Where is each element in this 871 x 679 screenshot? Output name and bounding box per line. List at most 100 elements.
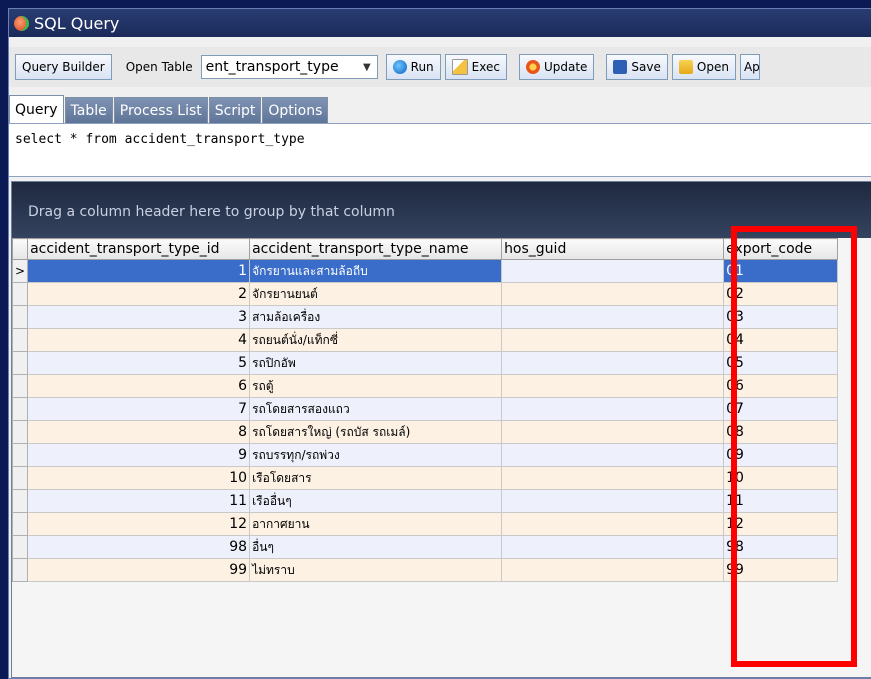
cell-id[interactable]: 8 <box>27 420 251 444</box>
cell-export-code[interactable]: 02 <box>723 282 839 306</box>
open-table-label: Open Table <box>125 60 193 74</box>
cell-hos-guid[interactable] <box>501 374 725 398</box>
cell-export-code[interactable]: 03 <box>723 305 839 329</box>
header-row: accident_transport_type_id accident_tran… <box>11 238 839 260</box>
table-row[interactable]: 10 เรือโดยสาร 10 <box>11 466 839 490</box>
cell-name[interactable]: อื่นๆ <box>249 535 503 559</box>
cell-id[interactable]: 99 <box>27 558 251 582</box>
group-by-panel[interactable]: Drag a column header here to group by th… <box>12 182 871 238</box>
table-row[interactable]: 8 รถโดยสารใหญ่ (รถบัส รถเมล์) 08 <box>11 420 839 444</box>
cell-hos-guid[interactable] <box>501 305 725 329</box>
tab-process-list[interactable]: Process List <box>113 97 208 123</box>
run-label: Run <box>410 60 434 74</box>
cell-id[interactable]: 10 <box>27 466 251 490</box>
table-row[interactable]: 98 อื่นๆ 98 <box>11 535 839 559</box>
cell-name[interactable]: รถยนต์นั่ง/แท็กซี่ <box>249 328 503 352</box>
cell-name[interactable]: จักรยานและสามล้อถีบ <box>249 259 503 283</box>
query-builder-button[interactable]: Query Builder <box>15 54 112 80</box>
cell-hos-guid[interactable] <box>501 420 725 444</box>
cell-id[interactable]: 12 <box>27 512 251 536</box>
table-row[interactable]: 6 รถตู้ 06 <box>11 374 839 398</box>
cell-hos-guid[interactable] <box>501 443 725 467</box>
cell-name[interactable]: สามล้อเครื่อง <box>249 305 503 329</box>
table-row[interactable]: 4 รถยนต์นั่ง/แท็กซี่ 04 <box>11 328 839 352</box>
table-select[interactable]: ent_transport_type ▼ <box>200 55 378 79</box>
row-indicator <box>11 420 29 444</box>
update-button[interactable]: Update <box>518 54 595 80</box>
ap-button[interactable]: Ap <box>739 54 760 80</box>
cell-hos-guid[interactable] <box>501 558 725 582</box>
cell-id[interactable]: 4 <box>27 328 251 352</box>
cell-hos-guid[interactable] <box>501 489 725 513</box>
cell-hos-guid[interactable] <box>501 535 725 559</box>
row-indicator <box>11 351 29 375</box>
row-indicator <box>11 489 29 513</box>
cell-name[interactable]: รถโดยสารสองแถว <box>249 397 503 421</box>
column-header-hos-guid[interactable]: hos_guid <box>501 238 725 260</box>
table-row[interactable]: 7 รถโดยสารสองแถว 07 <box>11 397 839 421</box>
cell-export-code[interactable]: 05 <box>723 351 839 375</box>
cell-export-code[interactable]: 04 <box>723 328 839 352</box>
tab-script[interactable]: Script <box>208 97 262 123</box>
cell-export-code[interactable]: 98 <box>723 535 839 559</box>
cell-id[interactable]: 98 <box>27 535 251 559</box>
cell-hos-guid[interactable] <box>501 282 725 306</box>
cell-hos-guid[interactable] <box>501 397 725 421</box>
cell-export-code[interactable]: 09 <box>723 443 839 467</box>
cell-name[interactable]: เรืออื่นๆ <box>249 489 503 513</box>
cell-id[interactable]: 3 <box>27 305 251 329</box>
table-row[interactable]: 3 สามล้อเครื่อง 03 <box>11 305 839 329</box>
cell-id[interactable]: 6 <box>27 374 251 398</box>
cell-name[interactable]: รถบรรทุก/รถพ่วง <box>249 443 503 467</box>
cell-name[interactable]: รถตู้ <box>249 374 503 398</box>
cell-id[interactable]: 5 <box>27 351 251 375</box>
row-indicator <box>11 374 29 398</box>
tab-query[interactable]: Query <box>9 95 64 123</box>
cell-id[interactable]: 1 <box>27 259 251 283</box>
cell-hos-guid[interactable] <box>501 512 725 536</box>
cell-export-code[interactable]: 10 <box>723 466 839 490</box>
table-row[interactable]: 9 รถบรรทุก/รถพ่วง 09 <box>11 443 839 467</box>
tab-table[interactable]: Table <box>64 97 113 123</box>
cell-export-code[interactable]: 01 <box>723 259 839 283</box>
column-header-export-code[interactable]: export_code <box>723 238 839 260</box>
row-indicator <box>11 466 29 490</box>
cell-export-code[interactable]: 07 <box>723 397 839 421</box>
cell-export-code[interactable]: 08 <box>723 420 839 444</box>
cell-hos-guid[interactable] <box>501 259 725 283</box>
cell-name[interactable]: อากาศยาน <box>249 512 503 536</box>
sql-editor[interactable]: select * from accident_transport_type <box>9 123 871 177</box>
cell-id[interactable]: 7 <box>27 397 251 421</box>
update-icon <box>525 60 540 74</box>
cell-hos-guid[interactable] <box>501 466 725 490</box>
table-row[interactable]: 99 ไม่ทราบ 99 <box>11 558 839 582</box>
open-button[interactable]: Open <box>671 54 736 80</box>
exec-button[interactable]: Exec <box>444 54 507 80</box>
table-row[interactable]: 12 อากาศยาน 12 <box>11 512 839 536</box>
table-row[interactable]: 5 รถปิกอัพ 05 <box>11 351 839 375</box>
cell-export-code[interactable]: 99 <box>723 558 839 582</box>
cell-hos-guid[interactable] <box>501 328 725 352</box>
column-header-id[interactable]: accident_transport_type_id <box>27 238 251 260</box>
run-button[interactable]: Run <box>385 54 441 80</box>
table-row[interactable]: 2 จักรยานยนต์ 02 <box>11 282 839 306</box>
column-header-name[interactable]: accident_transport_type_name <box>249 238 503 260</box>
cell-name[interactable]: เรือโดยสาร <box>249 466 503 490</box>
cell-name[interactable]: จักรยานยนต์ <box>249 282 503 306</box>
cell-export-code[interactable]: 06 <box>723 374 839 398</box>
cell-id[interactable]: 9 <box>27 443 251 467</box>
table-row[interactable]: >1 จักรยานและสามล้อถีบ 01 <box>11 259 839 283</box>
cell-name[interactable]: ไม่ทราบ <box>249 558 503 582</box>
cell-name[interactable]: รถปิกอัพ <box>249 351 503 375</box>
tab-options[interactable]: Options <box>262 97 329 123</box>
cell-hos-guid[interactable] <box>501 351 725 375</box>
cell-name[interactable]: รถโดยสารใหญ่ (รถบัส รถเมล์) <box>249 420 503 444</box>
table-row[interactable]: 11 เรืออื่นๆ 11 <box>11 489 839 513</box>
run-icon <box>392 60 407 74</box>
cell-id[interactable]: 2 <box>27 282 251 306</box>
chevron-down-icon[interactable]: ▼ <box>363 62 371 73</box>
save-button[interactable]: Save <box>606 54 668 80</box>
cell-export-code[interactable]: 12 <box>723 512 839 536</box>
cell-export-code[interactable]: 11 <box>723 489 839 513</box>
cell-id[interactable]: 11 <box>27 489 251 513</box>
